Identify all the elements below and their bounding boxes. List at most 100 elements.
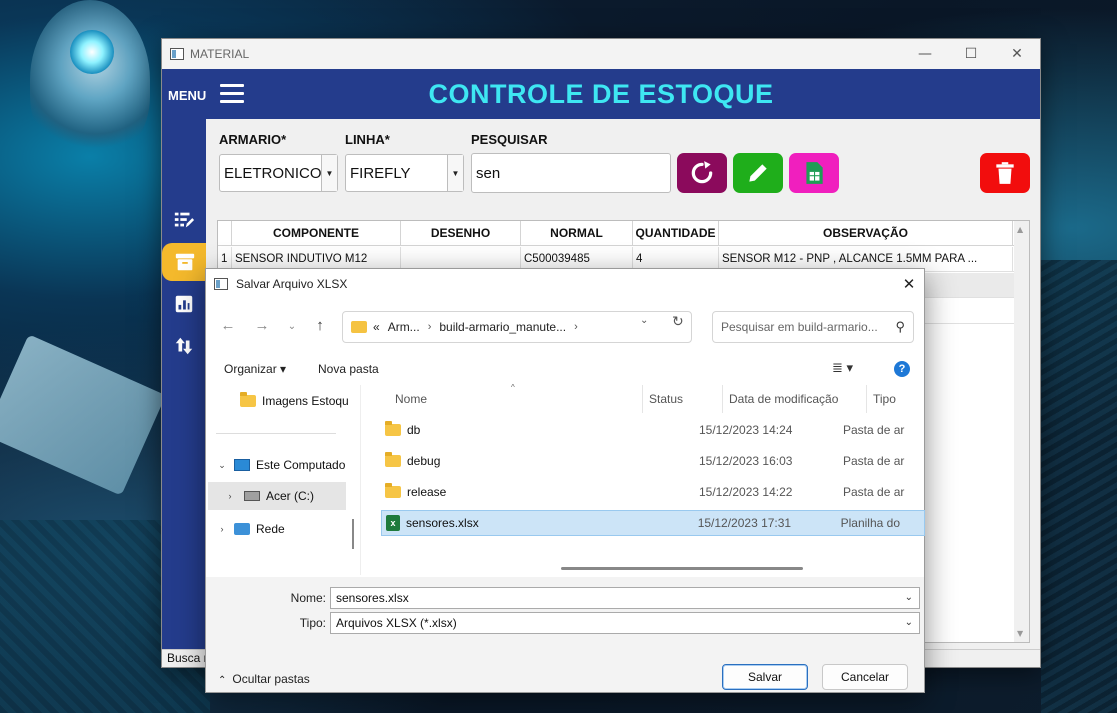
window-title: MATERIAL bbox=[190, 47, 250, 61]
armario-select[interactable]: ELETRONICO ▼ bbox=[219, 154, 338, 192]
view-options-icon[interactable]: ≣ ▾ bbox=[832, 360, 853, 376]
sidebar-archive-icon[interactable] bbox=[162, 243, 208, 281]
filename-value: sensores.xlsx bbox=[336, 591, 409, 605]
linha-select[interactable]: FIREFLY ▼ bbox=[345, 154, 464, 192]
linha-label: LINHA* bbox=[345, 132, 390, 147]
up-arrow-icon[interactable]: ↑ bbox=[310, 317, 330, 334]
save-button[interactable]: Salvar bbox=[722, 664, 808, 690]
computer-icon bbox=[234, 459, 250, 471]
cancel-button[interactable]: Cancelar bbox=[822, 664, 908, 690]
file-row-sensores[interactable]: x sensores.xlsx 15/12/2023 17:31 Planilha… bbox=[381, 510, 925, 536]
maximize-button[interactable]: ☐ bbox=[948, 39, 994, 69]
app-header: MENU CONTROLE DE ESTOQUE bbox=[162, 69, 1040, 119]
column-observacao[interactable]: OBSERVAÇÃO bbox=[719, 221, 1013, 245]
nav-item-this-pc[interactable]: ⌄ Este Computado bbox=[214, 451, 354, 479]
nav-scrollbar[interactable] bbox=[352, 519, 354, 549]
expanded-chevron-icon[interactable]: ⌄ bbox=[214, 460, 230, 471]
address-row: ← → ⌄ ↑ « Arm... › build-armario_manute.… bbox=[206, 307, 924, 347]
chevron-up-icon: ⌃ bbox=[218, 675, 227, 686]
dialog-app-icon bbox=[214, 278, 228, 290]
file-type: Pasta de ar bbox=[843, 485, 905, 499]
filetype-label: Tipo: bbox=[299, 616, 326, 630]
nav-item-network[interactable]: › Rede bbox=[214, 515, 354, 543]
pencil-icon bbox=[749, 164, 767, 182]
forward-arrow-icon[interactable]: → bbox=[252, 317, 272, 334]
dialog-close-button[interactable]: ✕ bbox=[894, 269, 924, 299]
minimize-button[interactable]: — bbox=[902, 39, 948, 69]
sidebar-transfer-icon[interactable] bbox=[162, 327, 206, 365]
export-sheet-button[interactable] bbox=[789, 153, 839, 193]
path-segment[interactable]: Arm... bbox=[388, 320, 420, 334]
collapsed-chevron-icon[interactable]: › bbox=[214, 524, 230, 534]
file-type: Planilha do bbox=[840, 516, 901, 530]
column-modified[interactable]: Data de modificação bbox=[723, 385, 867, 413]
armario-label: ARMARIO* bbox=[219, 132, 287, 147]
file-name: db bbox=[407, 423, 421, 437]
column-status[interactable]: Status bbox=[643, 385, 723, 413]
hide-folders-label: Ocultar pastas bbox=[232, 672, 310, 686]
column-componente[interactable]: COMPONENTE bbox=[232, 221, 401, 245]
wallpaper-robot bbox=[30, 0, 150, 160]
file-row-debug[interactable]: debug 15/12/2023 16:03 Pasta de ar bbox=[381, 448, 927, 474]
table-header: COMPONENTE DESENHO NORMAL QUANTIDADE OBS… bbox=[218, 221, 1015, 246]
search-icon[interactable]: ⚲ bbox=[895, 319, 905, 335]
path-segment[interactable]: build-armario_manute... bbox=[439, 320, 566, 334]
linha-dropdown-icon[interactable]: ▼ bbox=[447, 155, 463, 191]
organize-menu[interactable]: Organizar ▾ bbox=[224, 362, 286, 376]
scroll-up-icon[interactable]: ▲ bbox=[1017, 225, 1023, 234]
close-button[interactable]: ✕ bbox=[994, 39, 1040, 69]
filename-dropdown-icon[interactable]: ⌄ bbox=[905, 592, 913, 603]
help-icon[interactable]: ? bbox=[894, 361, 910, 377]
folder-search-input[interactable]: Pesquisar em build-armario... ⚲ bbox=[712, 311, 914, 343]
armario-dropdown-icon[interactable]: ▼ bbox=[321, 155, 337, 191]
recent-dropdown-icon[interactable]: ⌄ bbox=[282, 321, 302, 332]
file-name: release bbox=[407, 485, 447, 499]
refresh-icon[interactable]: ↻ bbox=[672, 313, 684, 330]
filename-input[interactable]: sensores.xlsx ⌄ bbox=[330, 587, 920, 609]
path-prefix: « bbox=[373, 320, 380, 334]
sidebar-chart-icon[interactable] bbox=[162, 285, 206, 323]
filetype-select[interactable]: Arquivos XLSX (*.xlsx) ⌄ bbox=[330, 612, 920, 634]
main-titlebar[interactable]: MATERIAL — ☐ ✕ bbox=[162, 39, 1040, 69]
search-placeholder: Pesquisar em build-armario... bbox=[721, 320, 878, 334]
column-desenho[interactable]: DESENHO bbox=[401, 221, 521, 245]
row-index-header bbox=[218, 221, 232, 245]
file-type: Pasta de ar bbox=[843, 423, 905, 437]
column-type[interactable]: Tipo bbox=[867, 385, 927, 413]
address-dropdown-icon[interactable]: ⌄ bbox=[640, 315, 648, 326]
nav-item-images[interactable]: Imagens Estoqu bbox=[240, 387, 380, 415]
file-list-hscrollbar[interactable] bbox=[561, 567, 803, 570]
path-separator-icon: › bbox=[427, 321, 432, 333]
table-scrollbar[interactable]: ▲ ▼ bbox=[1014, 221, 1029, 642]
hide-folders-toggle[interactable]: ⌃ Ocultar pastas bbox=[218, 672, 310, 686]
new-folder-button[interactable]: Nova pasta bbox=[318, 362, 379, 376]
delete-button[interactable] bbox=[980, 153, 1030, 193]
navigation-pane: Imagens Estoqu ⌄ Este Computado › Acer (… bbox=[206, 385, 354, 575]
sidebar bbox=[162, 119, 208, 649]
collapsed-chevron-icon[interactable]: › bbox=[222, 491, 238, 501]
filetype-dropdown-icon[interactable]: ⌄ bbox=[905, 617, 913, 628]
file-row-release[interactable]: release 15/12/2023 14:22 Pasta de ar bbox=[381, 479, 927, 505]
dialog-titlebar[interactable]: Salvar Arquivo XLSX ✕ bbox=[206, 269, 924, 299]
sidebar-edit-list-icon[interactable] bbox=[162, 201, 206, 239]
column-quantidade[interactable]: QUANTIDADE bbox=[633, 221, 719, 245]
file-name: debug bbox=[407, 454, 441, 468]
refresh-button[interactable] bbox=[677, 153, 727, 193]
nav-item-drive[interactable]: › Acer (C:) bbox=[208, 482, 346, 510]
file-name: sensores.xlsx bbox=[406, 516, 479, 530]
filename-label: Nome: bbox=[290, 591, 326, 605]
nav-item-label: Imagens Estoqu bbox=[262, 394, 349, 408]
scroll-down-icon[interactable]: ▼ bbox=[1017, 629, 1023, 638]
dialog-bottom-pane: Nome: sensores.xlsx ⌄ Tipo: Arquivos XLS… bbox=[206, 577, 924, 692]
trash-icon bbox=[996, 162, 1014, 184]
column-name[interactable]: Nome bbox=[389, 385, 643, 413]
pesquisar-input[interactable]: sen bbox=[471, 153, 671, 193]
back-arrow-icon[interactable]: ← bbox=[218, 317, 238, 334]
drive-icon bbox=[244, 491, 260, 501]
nav-divider bbox=[216, 433, 336, 434]
wallpaper-chip bbox=[0, 334, 166, 496]
edit-button[interactable] bbox=[733, 153, 783, 193]
column-normal[interactable]: NORMAL bbox=[521, 221, 633, 245]
folder-icon bbox=[385, 483, 401, 498]
file-row-db[interactable]: db 15/12/2023 14:24 Pasta de ar bbox=[381, 417, 927, 443]
